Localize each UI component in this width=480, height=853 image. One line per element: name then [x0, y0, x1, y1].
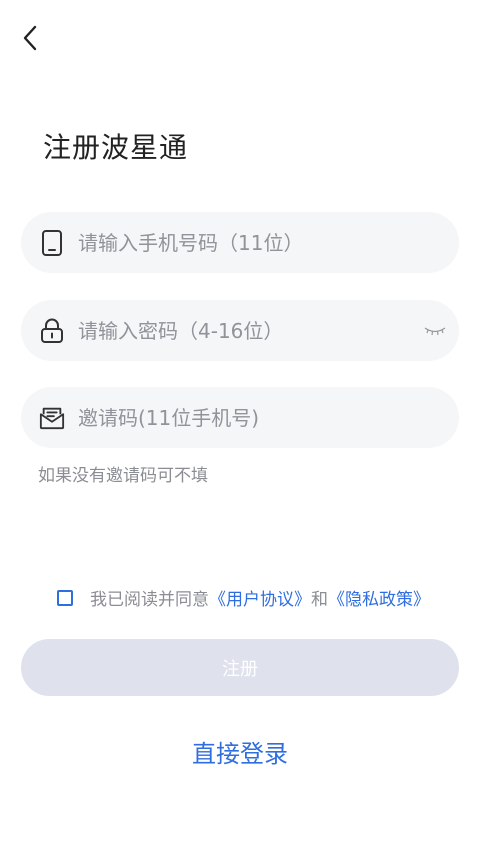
user-agreement-link[interactable]: 《用户协议》 — [209, 585, 311, 610]
agreement-conjunction: 和 — [311, 590, 328, 610]
password-field[interactable] — [21, 300, 459, 361]
direct-login-link[interactable]: 直接登录 — [0, 734, 480, 769]
phone-icon — [39, 229, 65, 256]
eye-closed-icon[interactable] — [423, 323, 447, 339]
agreement-prefix: 我已阅读并同意 — [90, 590, 209, 610]
phone-input[interactable] — [78, 212, 411, 273]
password-input[interactable] — [78, 300, 411, 361]
chevron-left-icon — [23, 25, 37, 51]
back-button[interactable] — [14, 22, 46, 54]
agreement-row: 我已阅读并同意 《用户协议》 和 《隐私政策》 — [57, 585, 430, 610]
message-icon — [39, 405, 65, 431]
invite-code-field[interactable] — [21, 387, 459, 448]
invite-hint: 如果没有邀请码可不填 — [38, 466, 208, 486]
lock-icon — [39, 318, 65, 344]
invite-code-input[interactable] — [78, 387, 411, 448]
agreement-checkbox[interactable] — [57, 589, 73, 606]
phone-field[interactable] — [21, 212, 459, 273]
privacy-policy-link[interactable]: 《隐私政策》 — [328, 585, 430, 610]
register-button[interactable]: 注册 — [21, 639, 459, 696]
page-title: 注册波星通 — [43, 131, 189, 164]
register-page: 注册波星通 请输入手机号码（11位） 邀请码(11位手机号) 如果没有邀请码可不… — [0, 0, 480, 853]
